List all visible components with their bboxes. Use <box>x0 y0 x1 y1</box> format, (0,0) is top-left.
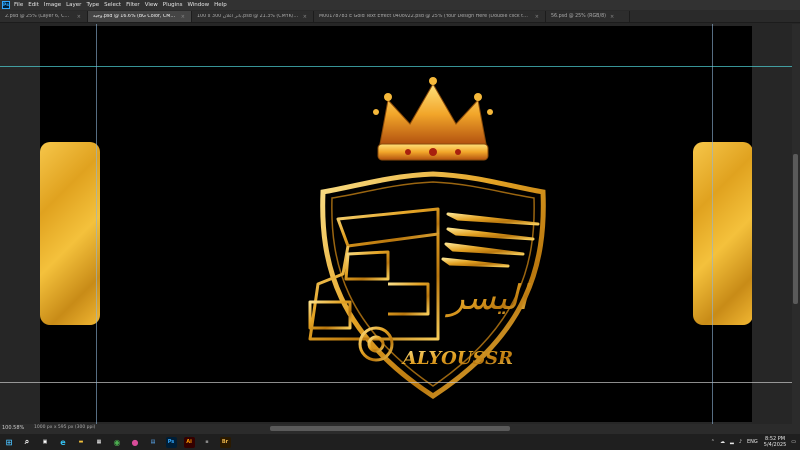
tab-document-1[interactable]: 2.psd @ 25% (Layer 6, CMYK/8#) × <box>0 11 88 22</box>
vertical-scrollbar[interactable] <box>792 24 800 424</box>
brand-latin: ALYOUSSR <box>401 348 513 369</box>
windows-taskbar: ⊞ ⌕ ▣ e ▬ ▦ ◉ ● ▤ Ps Ai ▪ Br ⌃ ☁ ▂ ♪ ENG… <box>0 434 800 450</box>
photoshop-icon[interactable]: Ps <box>165 436 177 448</box>
close-icon[interactable]: × <box>181 14 185 20</box>
menu-file[interactable]: File <box>14 2 23 8</box>
menu-filter[interactable]: Filter <box>126 2 140 8</box>
menu-plugins[interactable]: Plugins <box>163 2 183 8</box>
menu-edit[interactable]: Edit <box>28 2 39 8</box>
close-icon[interactable]: × <box>535 14 539 20</box>
clock-date: 5/4/2025 <box>763 442 787 448</box>
menu-bar: Ps File Edit Image Layer Type Select Fil… <box>0 0 800 10</box>
tab-document-4[interactable]: M00178783 E Gold Text Effect 040ov22.psd… <box>314 11 546 22</box>
document-canvas[interactable]: اليسر ALYOUSSR <box>40 26 752 422</box>
task-view-icon[interactable]: ▣ <box>40 437 51 448</box>
menu-type[interactable]: Type <box>86 2 99 8</box>
illustrator-icon[interactable]: Ai <box>183 436 195 448</box>
menu-window[interactable]: Window <box>187 2 209 8</box>
brand-arabic: اليسر <box>444 278 531 318</box>
photoshop-logo-icon[interactable]: Ps <box>2 1 10 9</box>
crown-icon <box>373 77 493 161</box>
vertical-scroll-thumb[interactable] <box>793 154 798 304</box>
tab-label: وجيه.psd @ 16.6% (BG Color, CMYK/8#) * <box>93 14 177 19</box>
tab-document-5[interactable]: 56.psd @ 25% (RGB/8) × <box>546 11 630 22</box>
guide-horizontal-top[interactable] <box>0 66 792 67</box>
app-pink-icon[interactable]: ● <box>130 437 141 448</box>
tab-label: M00178783 E Gold Text Effect 040ov22.psd… <box>319 14 531 19</box>
canvas-workspace[interactable]: اليسر ALYOUSSR <box>0 24 792 424</box>
cloud-icon[interactable]: ☁ <box>720 439 725 445</box>
horizontal-scroll-thumb[interactable] <box>270 426 510 431</box>
alyoussr-logo: اليسر ALYOUSSR <box>308 77 546 399</box>
file-explorer-icon[interactable]: ▬ <box>76 437 87 448</box>
guide-vertical-left[interactable] <box>96 24 97 424</box>
language-indicator[interactable]: ENG <box>747 439 758 445</box>
network-icon[interactable]: ▂ <box>730 439 734 445</box>
chevron-up-icon[interactable]: ⌃ <box>711 439 715 445</box>
guide-vertical-right[interactable] <box>712 24 713 424</box>
bridge-icon[interactable]: Br <box>219 436 231 448</box>
tab-document-3[interactable]: 100 x 300 بانر اعلان.psd @ 21.3% (CMYK/8… <box>192 11 314 22</box>
tab-label: 56.psd @ 25% (RGB/8) <box>551 14 607 19</box>
edge-icon[interactable]: e <box>58 437 69 448</box>
store-icon[interactable]: ▦ <box>94 437 105 448</box>
document-tabs: 2.psd @ 25% (Layer 6, CMYK/8#) × وجيه.ps… <box>0 10 800 23</box>
app-dark-icon[interactable]: ▪ <box>202 437 213 448</box>
menu-select[interactable]: Select <box>104 2 121 8</box>
zoom-level[interactable]: 100.58% <box>2 425 24 431</box>
close-icon[interactable]: × <box>303 14 307 20</box>
search-icon[interactable]: ⌕ <box>22 437 33 448</box>
menu-view[interactable]: View <box>145 2 158 8</box>
chrome-icon[interactable]: ◉ <box>112 437 123 448</box>
close-icon[interactable]: × <box>77 14 81 20</box>
windows-start-icon[interactable]: ⊞ <box>4 437 15 448</box>
volume-icon[interactable]: ♪ <box>739 439 742 445</box>
close-icon[interactable]: × <box>610 14 614 20</box>
menu-image[interactable]: Image <box>44 2 61 8</box>
guide-horizontal-bottom[interactable] <box>0 382 792 383</box>
tab-document-2[interactable]: وجيه.psd @ 16.6% (BG Color, CMYK/8#) * × <box>88 11 192 22</box>
image-viewer-icon[interactable]: ▤ <box>148 437 159 448</box>
tab-label: 100 x 300 بانر اعلان.psd @ 21.3% (CMYK/8… <box>197 14 299 19</box>
gold-card-right <box>693 142 752 325</box>
document-info[interactable]: 1000 px x 595 px (300 ppi) <box>34 425 95 430</box>
menu-layer[interactable]: Layer <box>66 2 81 8</box>
gold-card-left <box>40 142 100 325</box>
system-tray: ⌃ ☁ ▂ ♪ ENG 8:52 PM 5/4/2025 ▭ <box>706 434 796 450</box>
horizontal-scrollbar[interactable]: 100.58% 1000 px x 595 px (300 ppi) <box>0 424 800 434</box>
menu-help[interactable]: Help <box>214 2 227 8</box>
tab-label: 2.psd @ 25% (Layer 6, CMYK/8#) <box>5 14 73 19</box>
clock[interactable]: 8:52 PM 5/4/2025 <box>764 436 786 448</box>
notification-icon[interactable]: ▭ <box>791 439 796 445</box>
